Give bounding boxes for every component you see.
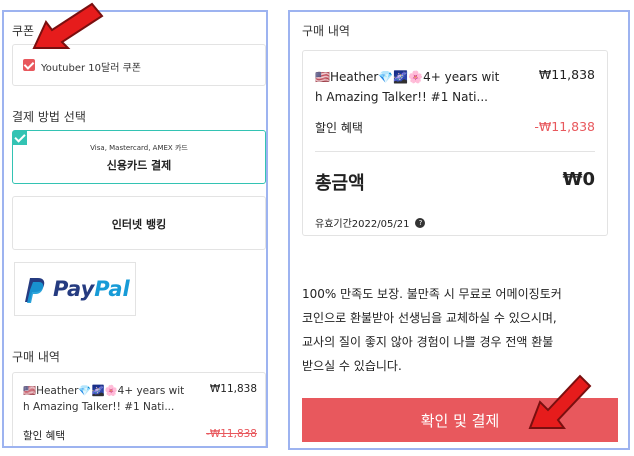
checkbox-checked-icon[interactable] (23, 59, 35, 71)
left-purchase-summary: 🇺🇸Heather💎🌌🌸4+ years wit h Amazing Talke… (12, 372, 266, 446)
payment-method-title: 결제 방법 선택 (12, 110, 86, 124)
right-purchase-title: 구매 내역 (302, 24, 350, 38)
internet-banking-label: 인터넷 뱅킹 (111, 218, 167, 231)
left-discount-value: -₩11,838 (206, 428, 257, 440)
red-arrow-icon (528, 374, 592, 429)
credit-card-option[interactable]: Visa, Mastercard, AMEX 카드 신용카드 결제 (12, 130, 266, 184)
left-purchase-title: 구매 내역 (12, 350, 60, 364)
total-label: 총금액 (315, 173, 365, 194)
right-item-title: 🇺🇸Heather💎🌌🌸4+ years wit h Amazing Talke… (315, 70, 500, 104)
right-item-price: ₩11,838 (538, 67, 595, 82)
paypal-wordmark: PayPal (53, 277, 130, 301)
validity-row: 유효기간2022/05/21 ? (315, 215, 426, 230)
internet-banking-option[interactable]: 인터넷 뱅킹 (12, 196, 266, 250)
red-arrow-icon (32, 2, 104, 49)
left-discount-label: 할인 혜택 (23, 430, 65, 442)
divider (315, 151, 595, 152)
checkout-left-panel: 쿠폰 Youtuber 10달러 쿠폰 결제 방법 선택 Visa, Maste… (2, 10, 268, 448)
help-circle-icon[interactable]: ? (415, 217, 426, 228)
credit-card-label: 신용카드 결제 (106, 159, 172, 172)
total-value: ₩0 (562, 169, 595, 190)
coupon-label: Youtuber 10달러 쿠폰 (41, 63, 141, 74)
left-item-title: 🇺🇸Heather💎🌌🌸4+ years wit h Amazing Talke… (23, 385, 185, 413)
right-purchase-summary: 🇺🇸Heather💎🌌🌸4+ years wit h Amazing Talke… (302, 50, 608, 236)
card-brands-text: Visa, Mastercard, AMEX 카드 (90, 144, 188, 152)
right-discount-label: 할인 혜택 (315, 121, 363, 135)
right-discount-value: -₩11,838 (534, 119, 595, 134)
validity-text: 유효기간2022/05/21 (315, 219, 410, 230)
left-item-price: ₩11,838 (209, 383, 257, 395)
satisfaction-guarantee: 100% 만족도 보장. 불만족 시 무료로 어메이징토커 코인으로 환불받아 … (302, 287, 562, 373)
paypal-option[interactable]: PayPal (14, 262, 136, 316)
paypal-logo-icon (25, 278, 45, 303)
